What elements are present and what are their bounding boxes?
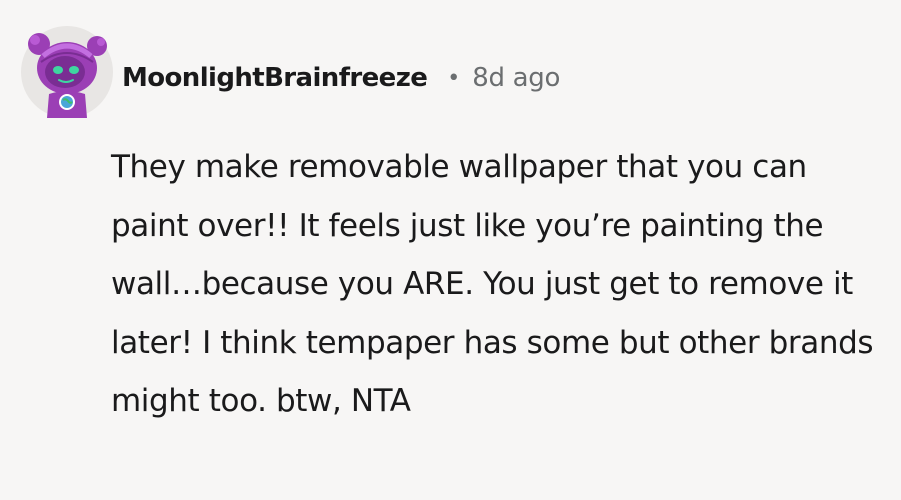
comment-timestamp[interactable]: 8d ago — [472, 63, 560, 93]
author-username[interactable]: MoonlightBrainfreeze — [122, 63, 428, 93]
comment-meta: MoonlightBrainfreeze • 8d ago — [122, 58, 560, 98]
user-avatar[interactable] — [19, 22, 115, 120]
comment: MoonlightBrainfreeze • 8d ago They make … — [0, 0, 901, 500]
purple-robot-avatar-icon — [21, 26, 113, 118]
comment-body: They make removable wallpaper that you c… — [111, 149, 874, 419]
meta-separator: • — [447, 65, 461, 91]
